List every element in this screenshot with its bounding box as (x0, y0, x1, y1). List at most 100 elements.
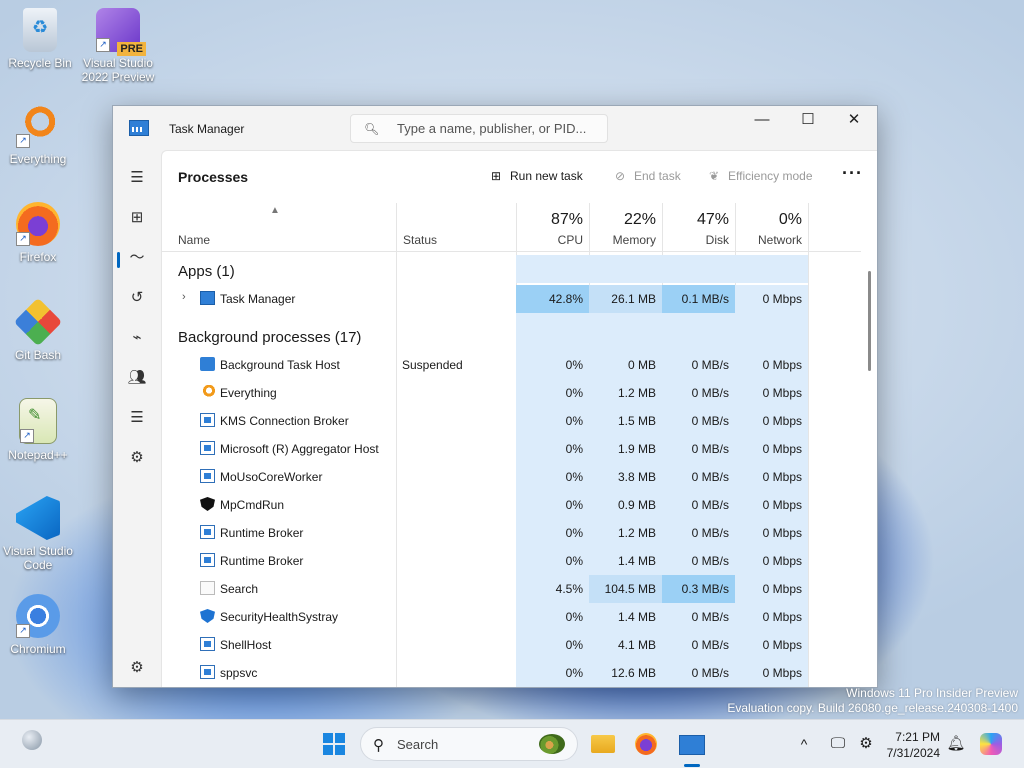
process-name: MoUsoCoreWorker (220, 470, 323, 484)
desktop-icon-label: Visual Studio 2022 Preview (81, 56, 155, 84)
cpu-label: CPU (557, 233, 583, 247)
search-icon: 🔍︎ (364, 122, 380, 136)
desktop-icon-label: Chromium (10, 642, 66, 656)
process-name: MpCmdRun (220, 498, 285, 512)
settings-icon[interactable]: ⚙ (123, 654, 151, 682)
desktop-icon-label: Visual Studio Code (3, 544, 73, 572)
users-icon[interactable]: 👥︎ (123, 364, 151, 392)
table-row[interactable]: Search 4.5% 104.5 MB 0.3 MB/s 0 Mbps (162, 575, 861, 603)
desktop-icon-chromium[interactable]: ↗ Chromium (0, 594, 76, 656)
expand-chevron-icon[interactable]: › (182, 291, 186, 303)
table-row[interactable]: KMS Connection Broker 0% 1.5 MB 0 MB/s 0 Mbp… (162, 407, 861, 435)
navigation-rail: ☰ ⊞ 〜 ↺ ⌁ 👥︎ ☰ ⚙ ⚙ (113, 150, 161, 687)
clock[interactable]: 7:21 PM 7/31/2024 (887, 729, 940, 761)
table-row[interactable]: Background Task Host Suspended 0% 0 MB 0 MB/… (162, 351, 861, 379)
table-row[interactable]: Runtime Broker 0% 1.4 MB 0 MB/s 0 Mbps (162, 547, 861, 575)
group-row-band (516, 313, 589, 351)
process-network: 0 Mbps (735, 285, 808, 313)
process-cpu: 0% (516, 603, 589, 631)
everything-icon: ↗ (16, 104, 60, 148)
services-icon[interactable]: ⚙ (123, 444, 151, 472)
search-app-icon (200, 581, 215, 595)
notification-bell-icon[interactable]: 🔔︎ (940, 728, 972, 760)
app-row[interactable]: › Task Manager 42.8% 26.1 MB 0.1 MB/s 0 Mbps (162, 285, 861, 313)
show-hidden-icons-chevron-icon[interactable]: ^ (788, 728, 820, 760)
process-cpu: 0% (516, 351, 589, 379)
window-app-icon (200, 413, 215, 427)
column-header-network[interactable]: 0% Network (735, 203, 808, 251)
vertical-scrollbar[interactable] (868, 271, 871, 371)
widgets-icon[interactable] (16, 728, 48, 760)
process-network: 0 Mbps (735, 519, 808, 547)
end-task-button[interactable]: ⊘ End task (612, 169, 681, 183)
desktop-icon-recycle-bin[interactable]: ♻ Recycle Bin (2, 8, 78, 70)
hamburger-menu-icon[interactable]: ☰ (123, 164, 151, 192)
table-row[interactable]: MoUsoCoreWorker 0% 3.8 MB 0 MB/s 0 Mbps (162, 463, 861, 491)
table-row[interactable]: MpCmdRun 0% 0.9 MB 0 MB/s 0 Mbps (162, 491, 861, 519)
desktop-icon-visual-studio-2022-preview[interactable]: PRE ↗ Visual Studio 2022 Preview (80, 8, 156, 84)
minimize-button[interactable]: — (739, 106, 785, 138)
desktop-icon-git-bash[interactable]: Git Bash (0, 297, 76, 362)
table-row[interactable]: SecurityHealthSystray 0% 1.4 MB 0 MB/s 0 Mbp… (162, 603, 861, 631)
processes-icon[interactable]: ⊞ (123, 204, 151, 232)
start-button[interactable] (323, 733, 345, 755)
more-options-icon[interactable]: ··· (842, 163, 863, 184)
process-cpu: 0% (516, 631, 589, 659)
title-bar[interactable]: Task Manager 🔍︎ — ☐ ✕ (113, 106, 877, 150)
column-header-cpu[interactable]: 87% CPU (516, 203, 589, 251)
app-history-icon[interactable]: ↺ (123, 284, 151, 312)
table-row[interactable]: sppsvc 0% 12.6 MB 0 MB/s 0 Mbps (162, 659, 861, 687)
table-row[interactable]: ShellHost 0% 4.1 MB 0 MB/s 0 Mbps (162, 631, 861, 659)
process-disk: 0 MB/s (662, 519, 735, 547)
taskbar-search-label: Search (397, 737, 439, 752)
table-row[interactable]: Microsoft (R) Aggregator Host 0% 1.9 MB 0 M… (162, 435, 861, 463)
startup-apps-icon[interactable]: ⌁ (123, 324, 151, 352)
process-cpu: 0% (516, 463, 589, 491)
group-header-apps[interactable]: Apps (1) (178, 263, 235, 280)
desktop-icon-everything[interactable]: ↗ Everything (0, 104, 76, 166)
search-box[interactable]: 🔍︎ (350, 114, 608, 143)
process-memory: 1.4 MB (589, 547, 662, 575)
column-header-name[interactable]: Name (178, 233, 210, 247)
selected-indicator (117, 252, 120, 268)
settings-tray-icon[interactable]: ⚙ (850, 728, 882, 760)
desktop-icon-visual-studio-code[interactable]: Visual Studio Code (0, 496, 76, 572)
process-disk: 0 MB/s (662, 407, 735, 435)
group-header-background-processes[interactable]: Background processes (17) (178, 329, 361, 346)
file-explorer-icon[interactable] (587, 728, 619, 760)
copilot-icon[interactable] (975, 728, 1007, 760)
search-input[interactable] (395, 120, 599, 137)
table-row[interactable]: Everything 0% 1.2 MB 0 MB/s 0 Mbps (162, 379, 861, 407)
process-disk: 0 MB/s (662, 491, 735, 519)
efficiency-mode-button[interactable]: ❦ Efficiency mode (706, 169, 813, 183)
close-button[interactable]: ✕ (831, 106, 877, 138)
process-memory: 12.6 MB (589, 659, 662, 687)
shortcut-arrow-icon: ↗ (16, 624, 30, 638)
desktop-icon-label: Notepad++ (8, 448, 68, 462)
shortcut-arrow-icon: ↗ (16, 232, 30, 246)
details-icon[interactable]: ☰ (123, 404, 151, 432)
process-name: sppsvc (220, 666, 258, 680)
window-app-icon (200, 637, 215, 651)
process-name: Microsoft (R) Aggregator Host (220, 442, 379, 456)
active-app-indicator (684, 764, 700, 767)
taskbar-search[interactable]: ⚲ Search (360, 727, 578, 761)
table-row[interactable]: Runtime Broker 0% 1.2 MB 0 MB/s 0 Mbps (162, 519, 861, 547)
column-header-status[interactable]: Status (403, 233, 437, 247)
process-network: 0 Mbps (735, 379, 808, 407)
task-manager-taskbar-icon[interactable] (676, 728, 708, 760)
process-network: 0 Mbps (735, 575, 808, 603)
run-new-task-button[interactable]: ⊞ Run new task (488, 169, 583, 183)
firefox-taskbar-icon[interactable] (630, 728, 662, 760)
column-header-memory[interactable]: 22% Memory (589, 203, 662, 251)
search-icon: ⚲ (373, 737, 384, 754)
column-header-disk[interactable]: 47% Disk (662, 203, 735, 251)
maximize-button[interactable]: ☐ (785, 106, 831, 138)
process-name: ShellHost (220, 638, 272, 652)
watermark-line-1: Windows 11 Pro Insider Preview (846, 686, 1018, 700)
desktop-icon-firefox[interactable]: ↗ Firefox (0, 202, 76, 264)
desktop-icon-notepad-plus-plus[interactable]: ✎ ↗ Notepad++ (0, 398, 76, 462)
group-row-band (516, 255, 589, 283)
security-shield-icon (200, 609, 215, 623)
performance-icon[interactable]: 〜 (123, 244, 151, 272)
